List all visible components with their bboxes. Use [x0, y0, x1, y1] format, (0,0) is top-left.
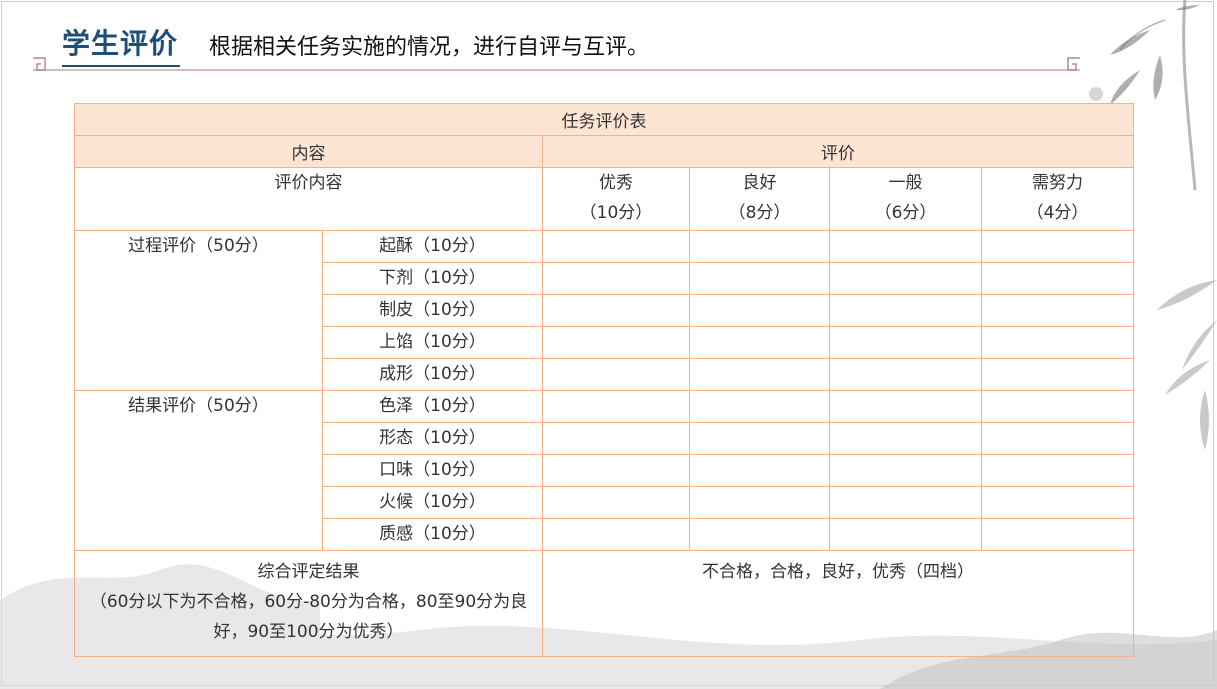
grade-score: （4分） [1026, 203, 1089, 223]
page-subtitle: 根据相关任务实施的情况，进行自评与互评。 [209, 35, 650, 60]
score-cell[interactable] [980, 358, 1135, 391]
score-cell[interactable] [689, 486, 830, 519]
criterion-item: 下剂（10分） [322, 262, 543, 295]
score-cell[interactable] [829, 422, 982, 455]
score-cell[interactable] [689, 454, 830, 487]
summary-note: （60分以下为不合格，60分-80分为合格，80至90分为良好，90至100分为… [89, 592, 528, 642]
criterion-item: 制皮（10分） [322, 294, 543, 327]
criterion-item: 上馅（10分） [322, 326, 543, 359]
score-cell[interactable] [829, 326, 982, 359]
score-cell[interactable] [829, 390, 982, 423]
score-cell[interactable] [980, 518, 1135, 551]
score-cell[interactable] [689, 294, 830, 327]
score-cell[interactable] [689, 422, 830, 455]
score-cell[interactable] [980, 326, 1135, 359]
score-cell[interactable] [829, 262, 982, 295]
grade-good: 良好 （8分） [689, 167, 830, 231]
score-cell[interactable] [829, 486, 982, 519]
grade-name: 优秀 [599, 173, 633, 193]
summary-result: 不合格，合格，良好，优秀（四档） [541, 550, 1135, 657]
score-cell[interactable] [829, 358, 982, 391]
score-cell[interactable] [542, 486, 690, 519]
score-cell[interactable] [542, 294, 690, 327]
score-cell[interactable] [542, 454, 690, 487]
score-cell[interactable] [980, 294, 1135, 327]
table-caption: 任务评价表 [73, 103, 1135, 136]
score-cell[interactable] [542, 422, 690, 455]
result-eval-label: 结果评价（50分） [74, 390, 323, 551]
score-cell[interactable] [829, 230, 982, 263]
criterion-item: 形态（10分） [322, 422, 543, 455]
eval-content-label: 评价内容 [74, 167, 543, 231]
grade-average: 一般 （6分） [829, 167, 982, 231]
score-cell[interactable] [542, 358, 690, 391]
score-cell[interactable] [689, 358, 830, 391]
score-cell[interactable] [980, 390, 1135, 423]
score-cell[interactable] [542, 230, 690, 263]
summary-label: 综合评定结果 [257, 562, 360, 582]
score-cell[interactable] [829, 454, 982, 487]
criterion-item: 质感（10分） [322, 518, 543, 551]
criterion-item: 成形（10分） [322, 358, 543, 391]
evaluation-header: 评价 [541, 135, 1135, 168]
grade-score: （10分） [579, 203, 653, 223]
score-cell[interactable] [542, 262, 690, 295]
score-cell[interactable] [980, 422, 1135, 455]
task-evaluation-table: 任务评价表 内容 评价 评价内容 优秀 （10分） 良好 （8分） 一般 （6分） 需… [73, 103, 1135, 657]
grade-name: 需努力 [1032, 173, 1084, 193]
score-cell[interactable] [829, 518, 982, 551]
criterion-item: 色泽（10分） [322, 390, 543, 423]
score-cell[interactable] [829, 294, 982, 327]
process-eval-label: 过程评价（50分） [74, 230, 323, 391]
score-cell[interactable] [542, 518, 690, 551]
criterion-item: 口味（10分） [322, 454, 543, 487]
grade-excellent: 优秀 （10分） [542, 167, 690, 231]
score-cell[interactable] [980, 486, 1135, 519]
grade-name: 一般 [888, 173, 923, 193]
score-cell[interactable] [542, 326, 690, 359]
score-cell[interactable] [980, 262, 1135, 295]
content-header: 内容 [74, 135, 543, 168]
score-cell[interactable] [980, 454, 1135, 487]
page-title: 学生评价 [62, 27, 179, 60]
grade-score: （8分） [728, 203, 791, 223]
grade-score: （6分） [874, 203, 937, 223]
score-cell[interactable] [689, 326, 830, 359]
score-cell[interactable] [689, 518, 830, 551]
grade-name: 良好 [742, 173, 777, 193]
score-cell[interactable] [689, 262, 830, 295]
criterion-item: 火候（10分） [322, 486, 543, 519]
score-cell[interactable] [980, 230, 1135, 263]
score-cell[interactable] [689, 390, 830, 423]
grade-needs-effort: 需努力 （4分） [980, 167, 1135, 231]
score-cell[interactable] [542, 390, 690, 423]
summary-cell: 综合评定结果 （60分以下为不合格，60分-80分为合格，80至90分为良好，9… [74, 550, 543, 657]
criterion-item: 起酥（10分） [322, 230, 543, 263]
score-cell[interactable] [689, 230, 830, 263]
